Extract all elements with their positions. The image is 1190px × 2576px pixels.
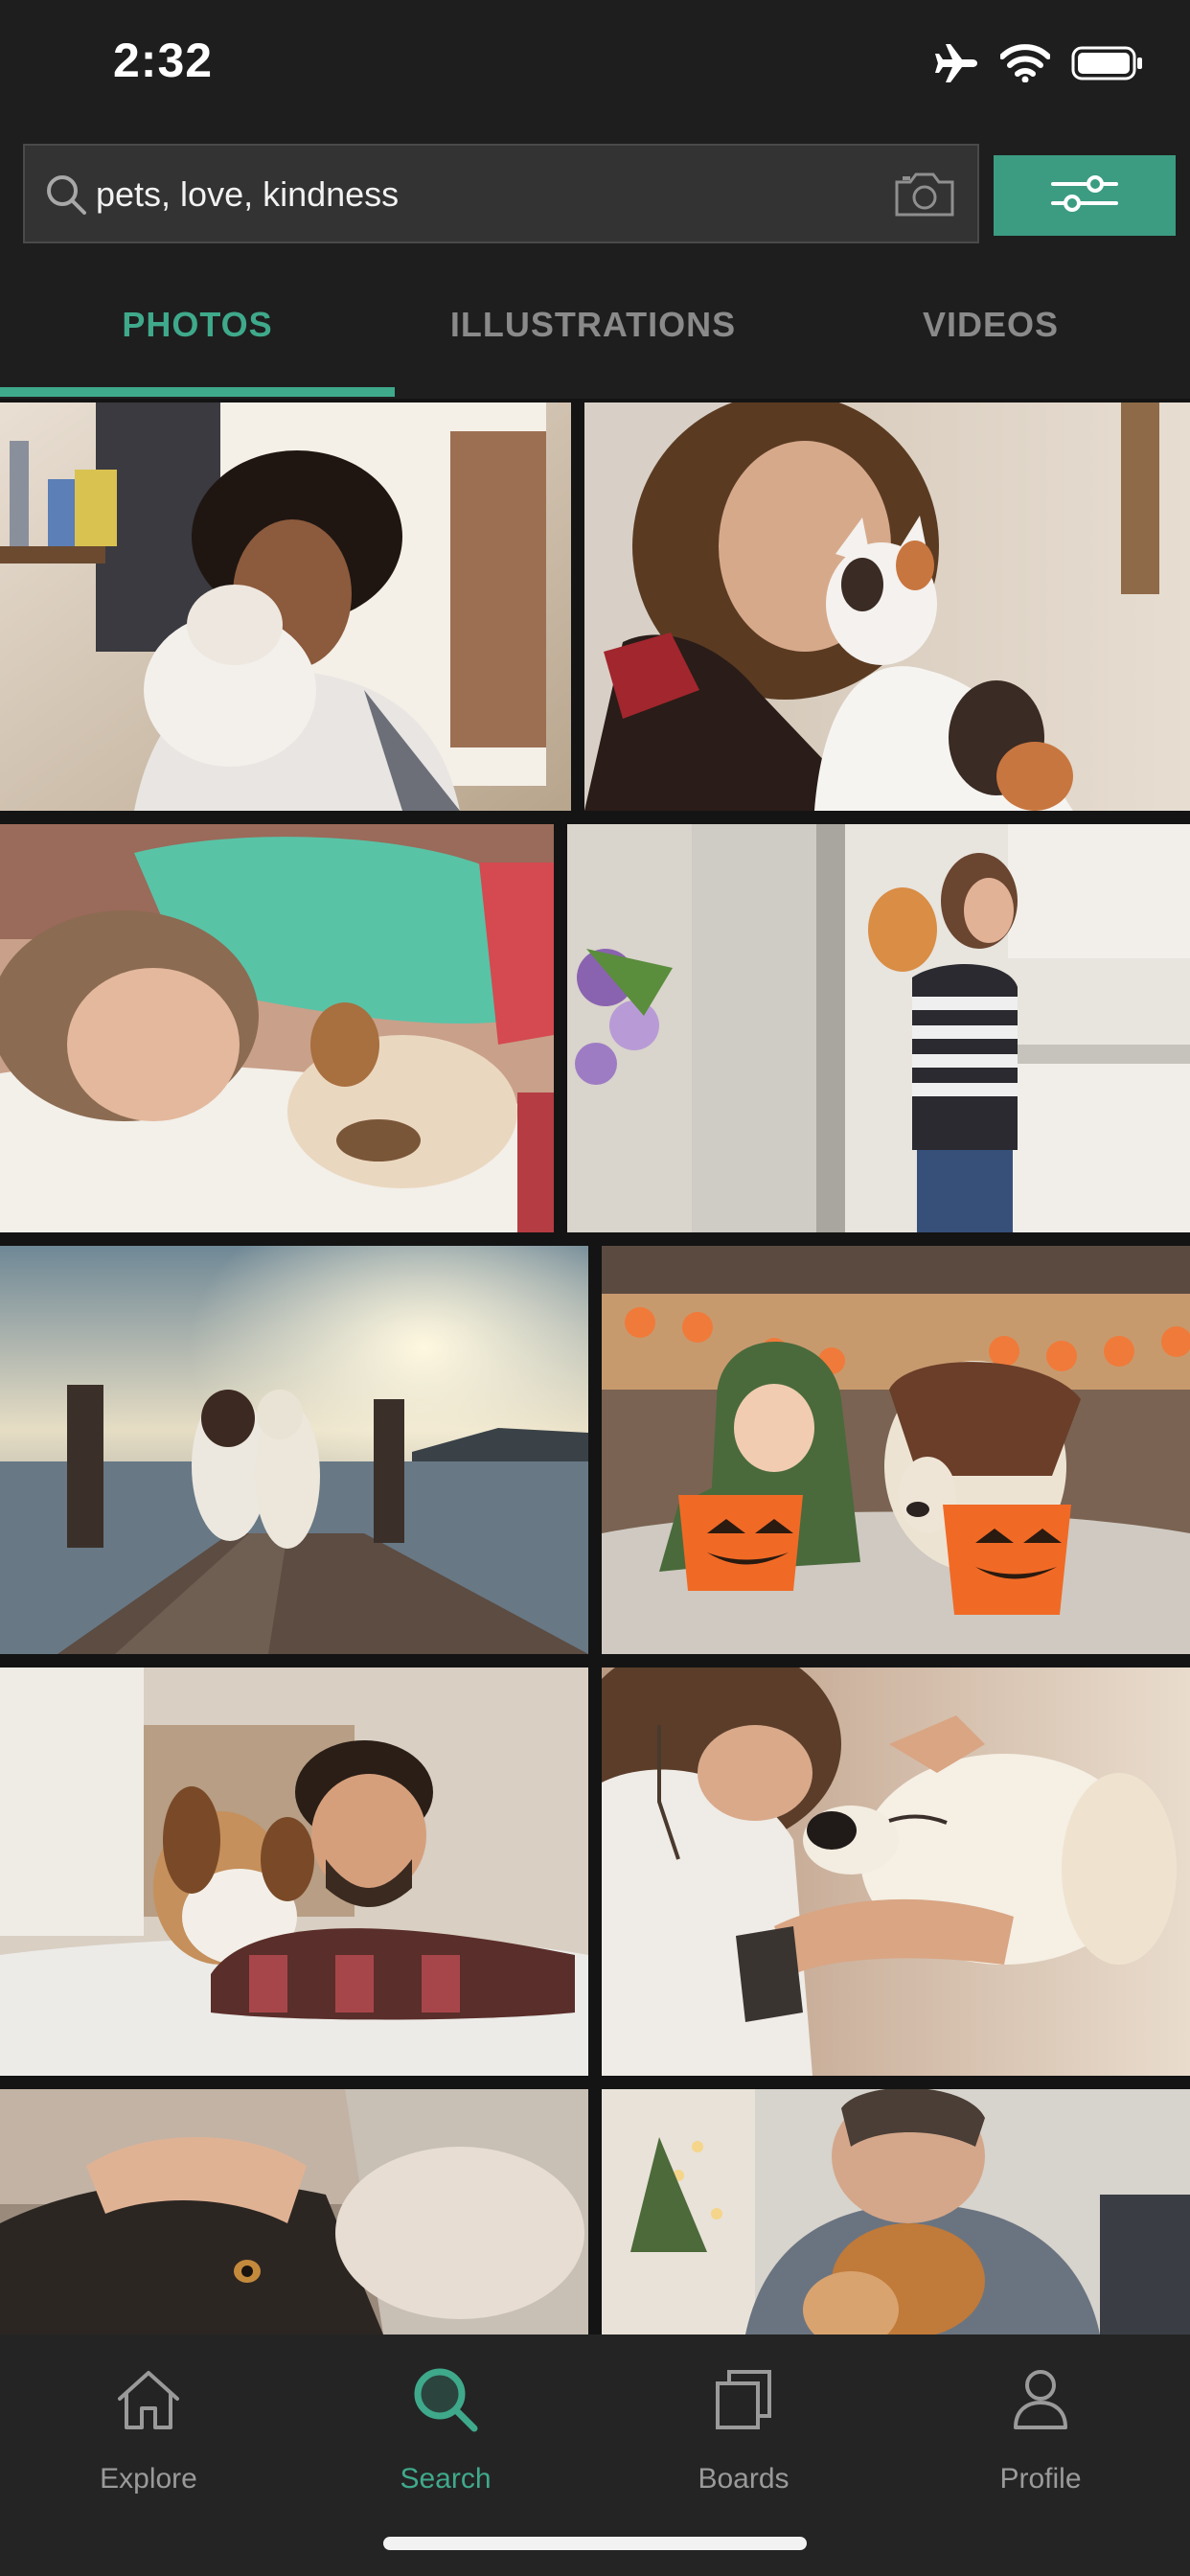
photo-woman-hugging-cat[interactable] [0, 402, 571, 811]
photo-man-with-beagle[interactable] [0, 1668, 588, 2076]
home-icon [115, 2368, 182, 2436]
airplane-icon [933, 42, 979, 89]
photo-woman-holding-cat-kitchen[interactable] [567, 824, 1190, 1232]
search-query: pets, love, kindness [96, 174, 400, 214]
search-row: pets, love, kindness [0, 130, 1190, 259]
photo-boy-sleeping-with-dog[interactable] [0, 824, 554, 1232]
status-bar: 2:32 [0, 0, 1190, 130]
sliders-icon [1051, 172, 1118, 219]
photo-woman-petting-labrador[interactable] [602, 1668, 1190, 2076]
photo-woman-with-calico-cat[interactable] [584, 402, 1190, 811]
status-icons [933, 42, 1144, 88]
tab-photos[interactable]: PHOTOS [0, 305, 395, 345]
nav-boards[interactable]: Boards [638, 2356, 849, 2496]
tab-videos[interactable]: VIDEOS [791, 305, 1190, 345]
wifi-icon [999, 43, 1051, 87]
media-type-tabs: PHOTOS ILLUSTRATIONS VIDEOS [0, 259, 1190, 399]
home-indicator [383, 2537, 807, 2550]
nav-explore-label: Explore [100, 2463, 197, 2495]
search-input[interactable]: pets, love, kindness [23, 144, 979, 243]
search-icon [44, 172, 88, 221]
nav-search[interactable]: Search [340, 2356, 551, 2496]
photo-hand-on-dark-dog[interactable] [0, 2089, 588, 2334]
nav-profile[interactable]: Profile [935, 2356, 1146, 2496]
photo-man-kissing-puppy[interactable] [602, 2089, 1190, 2334]
nav-search-label: Search [400, 2463, 492, 2495]
battery-icon [1071, 44, 1144, 87]
status-time: 2:32 [113, 34, 214, 87]
photo-grid [0, 399, 1190, 2334]
photo-woman-dog-on-pier[interactable] [0, 1246, 588, 1654]
nav-boards-label: Boards [698, 2463, 790, 2495]
profile-icon [1012, 2368, 1069, 2436]
nav-profile-label: Profile [999, 2463, 1082, 2495]
filter-button[interactable] [994, 155, 1176, 236]
nav-explore[interactable]: Explore [43, 2356, 254, 2496]
photo-halloween-child-and-dog[interactable] [602, 1246, 1190, 1654]
tab-indicator [0, 387, 395, 397]
camera-icon[interactable] [893, 169, 956, 223]
search-icon [411, 2365, 480, 2439]
boards-icon [714, 2368, 773, 2436]
screen: 2:32 pets, love, kindness PHOTOS ILLUSTR… [0, 0, 1190, 2576]
tab-illustrations[interactable]: ILLUSTRATIONS [395, 305, 791, 345]
